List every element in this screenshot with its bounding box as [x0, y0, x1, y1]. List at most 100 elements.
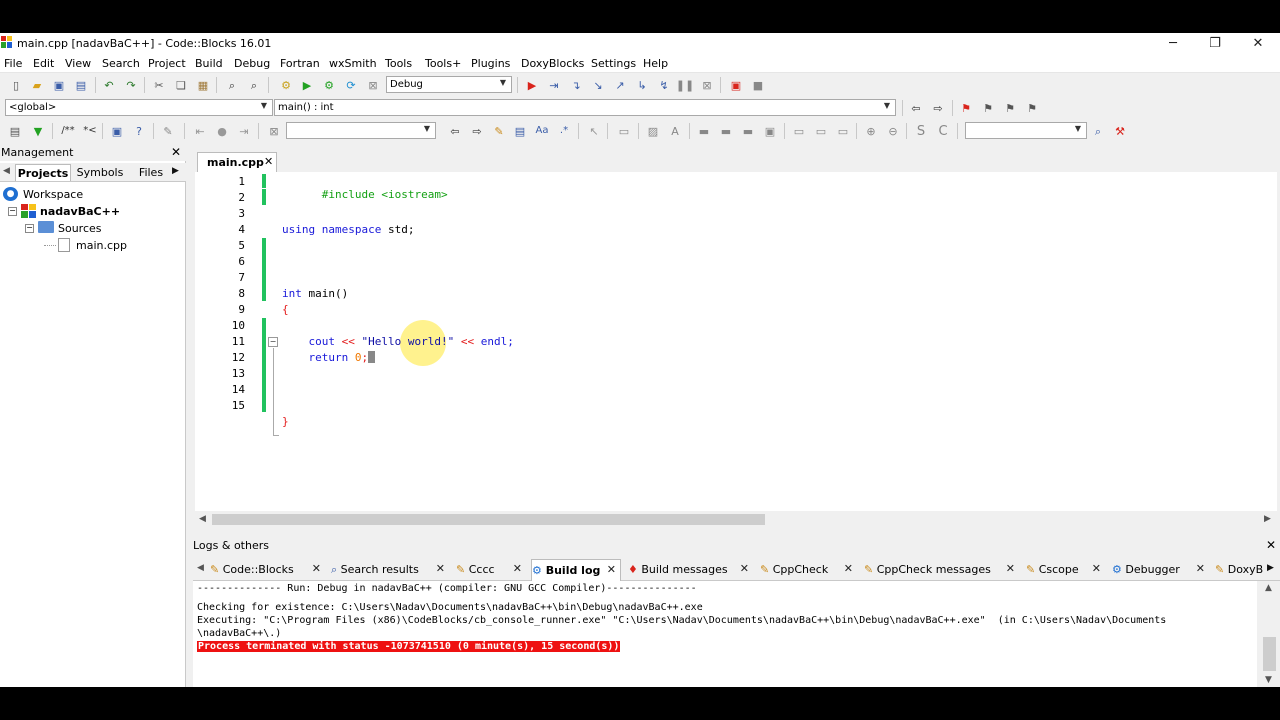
close-icon[interactable]: ✕	[1006, 562, 1015, 575]
undo-icon[interactable]: ↶	[101, 77, 117, 93]
build-and-run-icon[interactable]: ⚙	[321, 77, 337, 93]
menu-doxyblocks[interactable]: DoxyBlocks	[521, 57, 584, 70]
log-tab-debugger[interactable]: ⚙ Debugger ✕	[1112, 559, 1209, 581]
chevron-right-icon[interactable]: ▶	[172, 166, 179, 176]
menu-fortran[interactable]: Fortran	[280, 57, 320, 70]
build-target-select[interactable]: Debug ▼	[386, 76, 512, 93]
new-file-icon[interactable]: ▯	[8, 77, 24, 93]
logs-vertical-scrollbar[interactable]: ▲ ▼	[1260, 581, 1280, 687]
restore-button[interactable]: ❐	[1194, 33, 1236, 54]
scope-select[interactable]: <global> ▼	[5, 99, 273, 116]
next-line-icon[interactable]: ↴	[568, 77, 584, 93]
search-go-icon[interactable]: ⌕	[1090, 123, 1106, 139]
widget2-icon[interactable]: ▬	[718, 123, 734, 139]
close-icon[interactable]: ✕	[844, 562, 853, 575]
replace-icon[interactable]: ⌕	[246, 77, 262, 93]
log-tab-doxyblocks[interactable]: ✎ DoxyB	[1215, 559, 1267, 581]
menu-search[interactable]: Search	[102, 57, 140, 70]
menu-wxsmith[interactable]: wxSmith	[329, 57, 377, 70]
collapse-icon[interactable]: −	[8, 207, 17, 216]
log-tab-build-messages[interactable]: ♦ Build messages ✕	[628, 559, 753, 581]
pointer-icon[interactable]: ↖	[586, 123, 602, 139]
close-icon[interactable]: ✕	[607, 563, 616, 576]
stop-debug-icon[interactable]: ⊠	[699, 77, 715, 93]
text-box-icon[interactable]: A	[667, 123, 683, 139]
menu-view[interactable]: View	[65, 57, 91, 70]
incremental-search-input[interactable]: ▼	[286, 122, 436, 139]
chevron-up-icon[interactable]: ▲	[1265, 583, 1272, 593]
widget5-icon[interactable]: ▭	[791, 123, 807, 139]
doxywizard-icon[interactable]: ▣	[109, 123, 125, 139]
chevron-left-icon[interactable]: ◀	[197, 563, 204, 573]
scrollbar-thumb[interactable]	[212, 514, 765, 525]
log-tab-cppcheck[interactable]: ✎ CppCheck ✕	[760, 559, 857, 581]
open-file-icon[interactable]: ▰	[29, 77, 45, 93]
find-select[interactable]: ▼	[965, 122, 1087, 139]
log-tab-codeblocks[interactable]: ✎ Code::Blocks ✕	[210, 559, 325, 581]
menu-build[interactable]: Build	[195, 57, 223, 70]
menu-tools[interactable]: Tools	[385, 57, 412, 70]
close-icon[interactable]: ✕	[1092, 562, 1101, 575]
scrollbar-thumb[interactable]	[1263, 637, 1276, 671]
chevron-right-icon[interactable]: ▶	[1267, 563, 1274, 573]
uncomment-icon[interactable]: *<	[82, 123, 98, 139]
abort-icon[interactable]: ⊠	[365, 77, 381, 93]
menu-plugins[interactable]: Plugins	[471, 57, 510, 70]
build-gear-icon[interactable]: ⚙	[278, 77, 294, 93]
widget7-icon[interactable]: ▭	[835, 123, 851, 139]
widget6-icon[interactable]: ▭	[813, 123, 829, 139]
menu-tools-plus[interactable]: Tools+	[425, 57, 461, 70]
menu-settings[interactable]: Settings	[591, 57, 636, 70]
debug-windows-icon[interactable]: ▣	[728, 77, 744, 93]
log-tab-build-log[interactable]: ⚙ Build log ✕	[531, 559, 621, 581]
widget3-icon[interactable]: ▬	[740, 123, 756, 139]
save-icon[interactable]: ▣	[51, 77, 67, 93]
frame-icon[interactable]: ▭	[616, 123, 632, 139]
close-icon[interactable]: ✕	[740, 562, 749, 575]
menu-debug[interactable]: Debug	[234, 57, 270, 70]
pause-icon[interactable]: ❚❚	[676, 77, 694, 93]
close-icon[interactable]: ✕	[312, 562, 321, 575]
log-tab-cppcheck-messages[interactable]: ✎ CppCheck messages ✕	[864, 559, 1019, 581]
zoom-out-icon[interactable]: ⊖	[885, 123, 901, 139]
menu-edit[interactable]: Edit	[33, 57, 54, 70]
jump-forward-icon[interactable]: ⇨	[930, 100, 946, 116]
highlight-icon[interactable]: ✎	[491, 123, 507, 139]
prev-bookmark-icon[interactable]: ⚑	[980, 100, 996, 116]
next-instruction-icon[interactable]: ↳	[634, 77, 650, 93]
collapse-icon[interactable]: −	[25, 224, 34, 233]
help-doc-icon[interactable]: ?	[131, 123, 147, 139]
match-case-icon[interactable]: Aa	[534, 123, 550, 139]
copy-icon[interactable]: ❏	[173, 77, 189, 93]
image-icon[interactable]: ▨	[645, 123, 661, 139]
debug-start-icon[interactable]: ▶	[524, 77, 540, 93]
log-tab-search-results[interactable]: ⌕ Search results ✕	[331, 559, 449, 581]
select-all-icon[interactable]: ▤	[512, 123, 528, 139]
widget1-icon[interactable]: ▬	[696, 123, 712, 139]
rebuild-icon[interactable]: ⟳	[343, 77, 359, 93]
toggle-bookmark-icon[interactable]: ⚑	[958, 100, 974, 116]
step-out-icon[interactable]: ↗	[612, 77, 628, 93]
symbol-c-icon[interactable]: C	[935, 123, 951, 139]
minimize-button[interactable]: ─	[1152, 33, 1194, 54]
log-tab-cscope[interactable]: ✎ Cscope ✕	[1026, 559, 1105, 581]
close-icon[interactable]: ✕	[1266, 538, 1276, 552]
save-all-icon[interactable]: ▤	[73, 77, 89, 93]
jump-back-icon[interactable]: ⇦	[908, 100, 924, 116]
log-tab-cccc[interactable]: ✎ Cccc ✕	[456, 559, 526, 581]
close-icon[interactable]: ✕	[264, 155, 273, 168]
search-next-icon[interactable]: ⇨	[469, 123, 485, 139]
tab-symbols[interactable]: Symbols	[73, 164, 127, 181]
chevron-left-icon[interactable]: ◀	[3, 166, 10, 176]
widget4-icon[interactable]: ▣	[762, 123, 778, 139]
chevron-down-icon[interactable]: ▼	[1265, 675, 1272, 685]
wrench-icon[interactable]: ✎	[160, 123, 176, 139]
find-icon[interactable]: ⌕	[224, 77, 240, 93]
chevron-left-icon[interactable]: ◀	[199, 514, 206, 524]
thread-dot-icon[interactable]: ●	[214, 123, 230, 139]
editor-tab-main-cpp[interactable]: main.cpp ✕	[197, 152, 277, 172]
cut-icon[interactable]: ✂	[151, 77, 167, 93]
regex-icon[interactable]: .*	[556, 123, 572, 139]
close-icon[interactable]: ✕	[513, 562, 522, 575]
close-icon[interactable]: ✕	[171, 145, 181, 159]
